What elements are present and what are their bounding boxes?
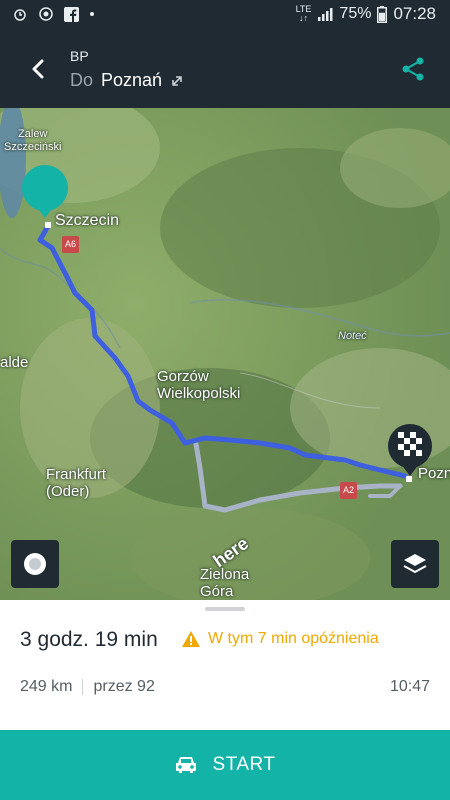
expand-icon[interactable] (170, 74, 184, 88)
arrival-time: 10:47 (389, 678, 430, 695)
label-alde: alde (0, 354, 29, 371)
map-terrain (0, 108, 450, 600)
alarm-icon (14, 9, 26, 21)
battery-icon (377, 5, 388, 23)
destination-row[interactable]: Do Poznań (70, 70, 184, 91)
label-szczecin: Szczecin (55, 212, 120, 229)
route-via: przez 92 (93, 678, 155, 695)
delay-info: W tym 7 min opóźnienia (182, 630, 379, 648)
route-details: 249 km przez 92 (20, 678, 155, 696)
share-icon[interactable] (400, 56, 426, 82)
screen-record-icon (39, 7, 53, 21)
warning-icon (182, 631, 200, 647)
start-button[interactable]: START (0, 730, 450, 800)
my-location-button[interactable] (11, 540, 59, 588)
label-zalew: Zalew Szczeciński (4, 128, 62, 153)
destination-name: Poznań (101, 70, 163, 90)
back-arrow-icon[interactable] (26, 56, 52, 82)
label-notec: Noteć (338, 330, 367, 342)
dot-icon (90, 12, 94, 16)
car-icon (176, 757, 197, 773)
lte-indicator: LTE ↓↑ (295, 4, 312, 23)
route-header: BP Do Poznań (0, 30, 450, 108)
battery-percent: 75% (339, 5, 372, 22)
location-target-icon (24, 553, 46, 575)
map-layers-button[interactable] (391, 540, 439, 588)
layers-icon (403, 554, 427, 574)
drag-handle[interactable] (205, 607, 245, 611)
separator (82, 679, 84, 695)
label-frankfurt: Frankfurt (Oder) (46, 466, 107, 500)
clock: 07:28 (393, 4, 436, 23)
label-gorzow: Gorzów Wielkopolski (157, 368, 241, 402)
start-label: START (212, 754, 276, 775)
label-zielona-gora: Zielona Góra (200, 566, 250, 600)
signal-icon (318, 8, 333, 21)
label-poznan: Pozn (418, 465, 450, 482)
label-road-a2: A2 (340, 482, 358, 499)
facebook-icon (64, 6, 79, 22)
status-bar: LTE ↓↑ 75% 07:28 (0, 0, 450, 30)
map-view[interactable]: Zalew Szczeciński Szczecin A6 Gorzów Wie… (0, 108, 450, 600)
label-road-a6: A6 (62, 236, 80, 253)
route-code: BP (70, 48, 89, 64)
route-summary-sheet[interactable]: 3 godz. 19 min W tym 7 min opóźnienia 24… (0, 600, 450, 730)
travel-duration: 3 godz. 19 min (20, 628, 158, 651)
delay-text: W tym 7 min opóźnienia (208, 630, 379, 647)
route-distance: 249 km (20, 678, 73, 695)
to-prefix: Do (70, 70, 94, 90)
